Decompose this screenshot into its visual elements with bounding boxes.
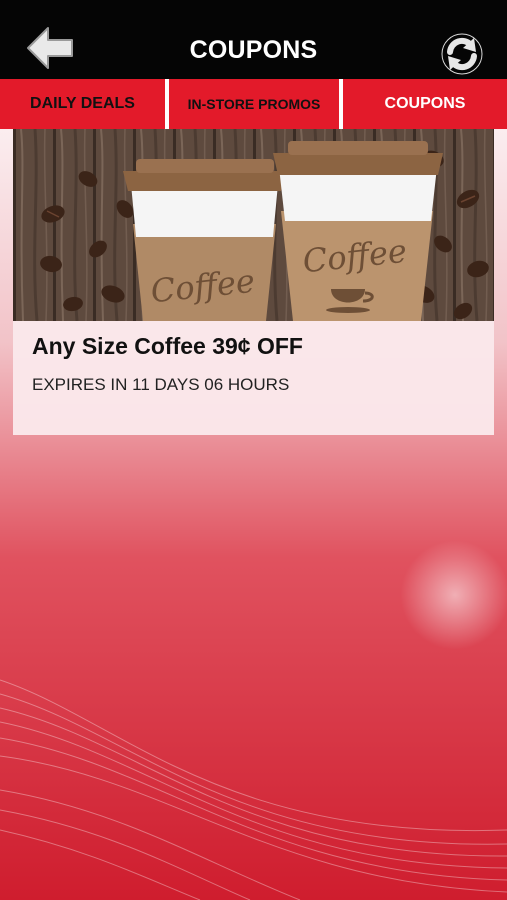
- coupon-expiry: EXPIRES IN 11 DAYS 06 HOURS: [32, 375, 290, 394]
- background-wave-lines: [0, 679, 507, 900]
- page-title: COUPONS: [189, 36, 318, 64]
- coupon-card[interactable]: Coffee Coffee Any Size Coffee 39¢ OFF EX…: [13, 129, 494, 435]
- tab-in-store-promos[interactable]: IN-STORE PROMOS: [169, 79, 343, 129]
- tab-daily-deals[interactable]: DAILY DEALS: [0, 79, 169, 129]
- background-glow: [400, 540, 507, 650]
- refresh-icon[interactable]: [440, 32, 484, 76]
- coupon-title: Any Size Coffee 39¢ OFF: [32, 333, 303, 359]
- tab-bar: DAILY DEALS IN-STORE PROMOS COUPONS: [0, 79, 507, 129]
- tab-coupons[interactable]: COUPONS: [343, 79, 507, 129]
- top-bar: COUPONS: [0, 0, 507, 79]
- coffee-cups-image: Coffee Coffee: [13, 129, 494, 321]
